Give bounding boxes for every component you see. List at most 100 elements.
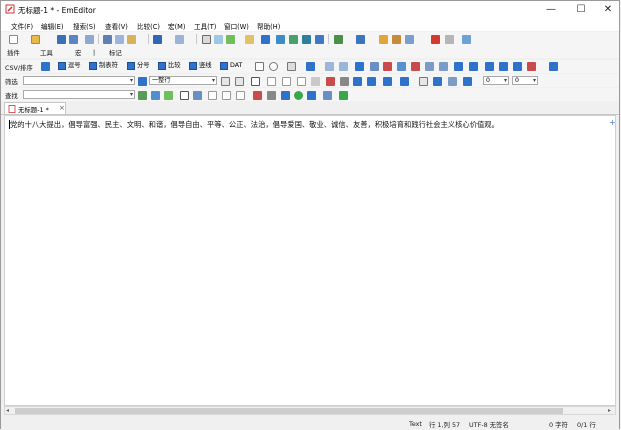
circle-icon[interactable] (269, 62, 278, 71)
sort-number-desc-icon[interactable] (411, 62, 420, 71)
more-csv-icon[interactable] (549, 62, 558, 71)
join-icon[interactable] (469, 62, 478, 71)
menu-macro[interactable]: 宏(M) (168, 21, 185, 31)
menu-edit[interactable]: 编辑(E) (41, 21, 64, 31)
split-icon[interactable] (315, 35, 324, 44)
csv-normal-icon[interactable] (41, 62, 50, 71)
save-icon[interactable] (57, 35, 66, 44)
text-mode-icon[interactable] (261, 35, 270, 44)
header-icon[interactable] (485, 62, 494, 71)
menu-view[interactable]: 查看(V) (105, 21, 128, 31)
chevron-down-icon[interactable]: ▾ (533, 77, 536, 85)
filter-options-icon[interactable] (353, 77, 362, 86)
filter-down-icon[interactable] (400, 77, 409, 86)
csv-dat-button[interactable]: DAT (220, 61, 242, 71)
macro-toolbar-label[interactable]: 宏 (75, 48, 81, 57)
csv-tab-button[interactable]: 制表符 (89, 61, 118, 71)
save-all-icon[interactable] (69, 35, 78, 44)
document-tab[interactable]: 无标题-1 * × (4, 102, 66, 114)
csv-sort-label[interactable]: CSV/排序 (5, 63, 33, 72)
sort-options-icon[interactable] (339, 62, 348, 71)
status-position[interactable]: 行 1,列 57 (429, 420, 460, 429)
filter-mode-select[interactable]: 一整行 ▾ (149, 76, 217, 85)
tools-toolbar-label[interactable]: 工具 (40, 48, 53, 57)
find-case-icon[interactable] (253, 91, 262, 100)
csv-compare-button[interactable]: 比较 (158, 61, 181, 71)
sort-ascending-icon[interactable] (370, 62, 379, 71)
record-macro-icon[interactable] (431, 35, 440, 44)
find-regex-icon[interactable] (208, 91, 217, 100)
find-options-icon[interactable] (307, 91, 316, 100)
minimize-button[interactable]: — (537, 1, 565, 18)
link-icon[interactable] (462, 35, 471, 44)
scrollbar-thumb[interactable] (15, 408, 563, 414)
find-prev-icon[interactable] (138, 91, 147, 100)
find-all-icon[interactable] (193, 91, 202, 100)
sort-length-desc-icon[interactable] (439, 62, 448, 71)
unique-icon[interactable] (454, 62, 463, 71)
find-highlight-icon[interactable] (164, 91, 173, 100)
filter-number-a-select[interactable]: 0 ▾ (483, 76, 509, 85)
text-editor[interactable]: 党的十八大提出，倡导富强、民主、文明、和谐，倡导自由、平等、公正、法治，倡导爱国… (4, 115, 616, 406)
csv-pipe-button[interactable]: 竖线 (189, 61, 212, 71)
find-next-icon[interactable] (214, 35, 223, 44)
line-icon[interactable] (340, 77, 349, 86)
scroll-right-icon[interactable]: ▸ (608, 407, 611, 414)
highlight-icon[interactable] (527, 62, 536, 71)
cut-icon[interactable] (103, 35, 112, 44)
chevron-down-icon[interactable]: ▾ (212, 77, 215, 85)
close-tab-icon[interactable]: × (59, 104, 65, 112)
editor-line-1[interactable]: 党的十八大提出，倡导富强、民主、文明、和谐，倡导自由、平等、公正、法治，倡导爱国… (10, 120, 499, 130)
menu-search[interactable]: 搜索(S) (73, 21, 96, 31)
find-incremental-icon[interactable] (294, 91, 303, 100)
compare-icon[interactable] (356, 35, 365, 44)
sort-icon[interactable] (325, 62, 334, 71)
add-icon[interactable]: + (609, 118, 616, 127)
plugins-toolbar-label[interactable]: 插件 (7, 48, 20, 57)
filter-number-b-select[interactable]: 0 ▾ (512, 76, 538, 85)
status-mode[interactable]: Text (409, 420, 422, 428)
new-file-icon[interactable] (9, 35, 18, 44)
find-close-icon[interactable] (323, 91, 332, 100)
regex-icon[interactable] (267, 77, 276, 86)
menu-tools[interactable]: 工具(T) (194, 21, 216, 31)
mark-toolbar-label[interactable]: 标记 (109, 48, 122, 57)
open-folder-icon[interactable] (31, 35, 40, 44)
find-search-icon[interactable] (180, 91, 189, 100)
search-filter-icon[interactable] (251, 77, 260, 86)
macro-run-icon[interactable] (334, 35, 343, 44)
frozen-icon[interactable] (499, 62, 508, 71)
delete-column-icon[interactable] (287, 62, 296, 71)
redo-icon[interactable] (175, 35, 184, 44)
outline-icon[interactable] (302, 35, 311, 44)
chevron-down-icon[interactable]: ▾ (504, 77, 507, 85)
sort-descending-icon[interactable] (383, 62, 392, 71)
escape-icon[interactable] (282, 77, 291, 86)
word-icon[interactable] (311, 77, 320, 86)
bracket-icon[interactable] (297, 77, 306, 86)
menu-compare[interactable]: 比较(C) (137, 21, 160, 31)
copy-icon[interactable] (115, 35, 124, 44)
close-window-button[interactable]: ✕ (594, 1, 621, 18)
menu-help[interactable]: 帮助(H) (257, 21, 280, 31)
customize-icon[interactable] (379, 35, 388, 44)
case-icon[interactable] (221, 77, 230, 86)
filter-list-icon[interactable] (433, 77, 442, 86)
chevron-down-icon[interactable]: ▾ (130, 91, 133, 99)
find-selection-icon[interactable] (281, 91, 290, 100)
clear-filter-icon[interactable] (235, 77, 244, 86)
find-icon[interactable] (202, 35, 211, 44)
menu-file[interactable]: 文件(F) (11, 21, 33, 31)
find-next-arrow-icon[interactable] (151, 91, 160, 100)
sort-length-icon[interactable] (425, 62, 434, 71)
csv-semicolon-button[interactable]: 分号 (127, 61, 150, 71)
find-input[interactable]: ▾ (23, 90, 135, 99)
find-bracket-icon[interactable] (236, 91, 245, 100)
status-encoding[interactable]: UTF-8 无签名 (469, 420, 509, 429)
properties-icon[interactable] (392, 35, 401, 44)
menu-window[interactable]: 窗口(W) (224, 21, 249, 31)
paste-icon[interactable] (127, 35, 136, 44)
replace-icon[interactable] (226, 35, 235, 44)
chevron-down-icon[interactable]: ▾ (130, 77, 133, 85)
filter-column-icon[interactable] (448, 77, 457, 86)
